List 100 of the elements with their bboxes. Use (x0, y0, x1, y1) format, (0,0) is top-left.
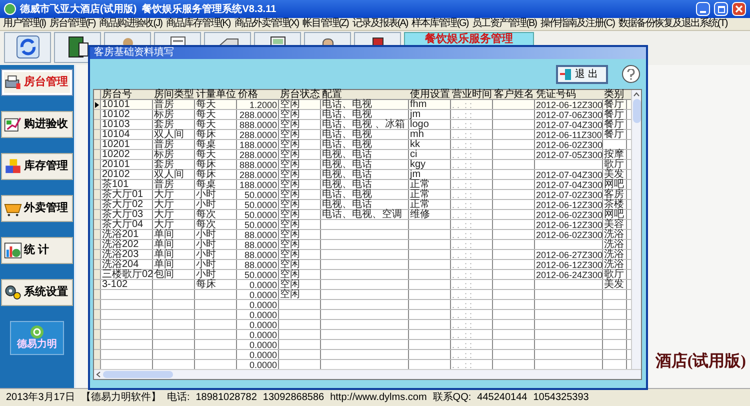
menu-item[interactable]: 操作指南及注册(C) (540, 18, 614, 30)
menu-item[interactable]: 帐目管理(Z) (302, 18, 348, 30)
scroll-up-icon[interactable] (632, 90, 641, 99)
sidebar-button[interactable]: 系统设置 (1, 279, 73, 306)
horizontal-scrollbar[interactable] (94, 369, 641, 379)
table-cell: kk (410, 140, 420, 150)
menu-item[interactable]: 用户管理(I) (3, 18, 46, 30)
table-row[interactable]: 10102 标房 每天 288.0000 空闲 电话、电视 jm . . : : 2012-07-06Z300餐厅 (94, 110, 631, 120)
column-header[interactable]: 价格 (238, 90, 258, 99)
table-cell: 2012-07-04Z300 (536, 180, 603, 190)
scroll-left-icon[interactable] (94, 370, 103, 379)
table-row[interactable]: 茶大厅01 大厅 小时 50.0000 空闲 电话、电视 正常 . . : : 2012-07-02Z300 客房 (94, 190, 631, 200)
table-cell: 空闲 (280, 230, 300, 240)
gears-icon (4, 284, 22, 301)
table-row[interactable]: 20102 双人间 每床 288.0000 空闲 电视、电话 jm . . : : 2012-07-04Z300 美发 (94, 170, 631, 180)
table-row[interactable]: 0.0000 . . : : (94, 340, 631, 350)
sidebar-button[interactable]: 统 计 (1, 237, 73, 264)
table-cell: mh (410, 130, 424, 140)
table-cell: 每桌 (196, 180, 216, 190)
table-row[interactable]: 0.0000 . . : : (94, 330, 631, 340)
table-cell: 普房 (154, 140, 174, 150)
table-row[interactable]: 茶大厅02 大厅 小时 50.0000 空闲 电视、电话 正常 . . : : 2012-06-12Z300茶楼 (94, 200, 631, 210)
table-row[interactable]: 10101 普房 每天 1.2000 空闲 电话、电视 fhm . . : : 2012-06-12Z300餐厅 (94, 100, 631, 110)
column-header[interactable]: 类别 (604, 90, 624, 99)
table-cell: 20101 (102, 160, 130, 170)
close-button[interactable] (732, 2, 746, 16)
scroll-thumb[interactable] (632, 99, 640, 123)
table-row[interactable]: 0.0000 . . : : (94, 310, 631, 320)
column-header[interactable]: 房台状态 (280, 90, 320, 99)
menu-item[interactable]: 样本库管理(G) (412, 18, 468, 30)
status-text: 445240144 (477, 391, 528, 405)
sidebar-button[interactable]: 购进验收 (1, 111, 73, 138)
vertical-scrollbar[interactable] (631, 90, 641, 369)
table-cell: . . : : (452, 340, 472, 350)
table-cell: 288.0000 (239, 130, 277, 140)
table-row[interactable]: 洗浴201 单间 小时 88.0000 空闲 . . : : 2012-06-02Z300洗浴 (94, 230, 631, 240)
table-row[interactable]: 三楼歌厅02包间 小时 50.0000 空闲 . . : : 2012-06-24Z300歌厅 (94, 270, 631, 280)
table-row[interactable]: 10201 普房 每桌 188.0000 空闲 电话、电视 kk . . : : 2012-06-02Z300 (94, 140, 631, 150)
column-header[interactable]: 凭证号码 (536, 90, 576, 99)
table-cell: 维修 (410, 210, 430, 220)
table-cell: . . : : (452, 100, 472, 110)
menu-item[interactable]: 房台管理(F) (49, 18, 96, 30)
table-row[interactable]: 20101 套房 每床 888.0000 空闲 电视、电话 kgy . . : : 歌厅 (94, 160, 631, 170)
menu-item[interactable]: 商品购进验收(J) (99, 18, 162, 30)
table-cell: . . : : (452, 290, 472, 300)
table-cell: 单间 (154, 260, 174, 270)
table-row[interactable]: 0.0000 . . : : (94, 300, 631, 310)
sidebar-button[interactable]: 房台管理 (1, 69, 73, 96)
table-cell: . . : : (452, 140, 472, 150)
table-row[interactable]: 10104 双人间 每床 288.0000 空闲 电话、电视 mh . . : : 2012-06-11Z300 餐厅 (94, 130, 631, 140)
table-row[interactable]: 洗浴203 单间 小时 88.0000 空闲 . . : : 2012-06-27Z300洗浴 (94, 250, 631, 260)
table-row[interactable]: 0.0000 . . : : (94, 320, 631, 330)
column-header[interactable]: 配置 (322, 90, 342, 99)
table-row[interactable]: 洗浴204 单间 小时 88.0000 空闲 . . : : 2012-06-12Z300洗浴 (94, 260, 631, 270)
table-row[interactable]: 茶大厅03 大厅 每次 50.0000 空闲 电话、电视、空调 维修 . . : : 2012-06-02Z300 网吧 (94, 210, 631, 220)
column-header[interactable]: 客户姓名 (494, 90, 534, 99)
table-cell: 888.0000 (239, 160, 277, 170)
minimize-button[interactable] (696, 2, 710, 16)
row-pointer-icon (95, 102, 99, 108)
table-cell: 歌厅 (604, 270, 624, 280)
table-cell: 大厅 (154, 190, 174, 200)
table-row[interactable]: 茶大厅04 大厅 每次 50.0000 空闲 . . : : 2012-06-12Z300 美容 (94, 220, 631, 230)
column-header[interactable]: 房台号 (102, 90, 132, 99)
table-cell: 小时 (196, 240, 216, 250)
column-header[interactable]: 使用设置 (410, 90, 450, 99)
scroll-thumb[interactable] (103, 371, 173, 378)
table-cell: 2012-06-12Z300 (536, 200, 603, 210)
menu-item[interactable]: 商品库存管理(K) (166, 18, 230, 30)
maximize-button[interactable] (714, 2, 728, 16)
help-button[interactable] (622, 65, 640, 83)
table-row[interactable]: 10103 套房 每天 888.0000 空闲 电话、电视 、冰箱 logo . . : : 2012-07-04Z300餐厅 (94, 120, 631, 130)
table-cell: 电视、电话 (322, 160, 372, 170)
table-cell: 洗浴 (604, 230, 624, 240)
table-cell: 空闲 (280, 240, 300, 250)
status-text: 1054325393 (533, 391, 589, 405)
table-row[interactable]: 洗浴202 单间 小时 88.0000 空闲 . . : : 洗浴 (94, 240, 631, 250)
table-cell: 88.0000 (244, 260, 277, 270)
sidebar-button[interactable]: 库存管理 (1, 153, 73, 180)
table-cell: 10202 (102, 150, 130, 160)
dialog-title: 客房基础资料填写 (94, 47, 174, 59)
column-header[interactable]: 计量单位 (196, 90, 236, 99)
table-row[interactable]: 0.0000 空闲 . . : : (94, 290, 631, 300)
exit-button[interactable]: 退 出 (556, 64, 608, 84)
table-cell: 88.0000 (244, 240, 277, 250)
menu-item[interactable]: 员工资产管理(B) (472, 18, 537, 30)
table-cell: 每天 (196, 110, 216, 120)
table-cell: 2012-06-02Z300 (536, 140, 603, 150)
table-cell: 美发 (604, 280, 624, 290)
row-header[interactable] (94, 100, 101, 109)
table-cell: . . : : (452, 260, 472, 270)
table-row[interactable]: 3-102 每床 0.0000 空闲 . . : : 美发 (94, 280, 631, 290)
menu-item[interactable]: 记录及报表(A) (352, 18, 408, 30)
column-header[interactable]: 房间类型 (154, 90, 194, 99)
sidebar-button[interactable]: 外卖管理 (1, 195, 73, 222)
column-header[interactable]: 营业时间 (452, 90, 492, 99)
menu-item[interactable]: 商品外卖管理(X) (234, 18, 299, 30)
table-row[interactable]: 10202 标房 每天 288.0000 空闲 电视、电话 ci . . : : 2012-07-05Z300按摩 (94, 150, 631, 160)
table-cell: 空闲 (280, 250, 300, 260)
menu-item[interactable]: 数据备份恢复及退出系统(T) (618, 18, 728, 30)
table-row[interactable]: 0.0000 . . : : (94, 350, 631, 360)
